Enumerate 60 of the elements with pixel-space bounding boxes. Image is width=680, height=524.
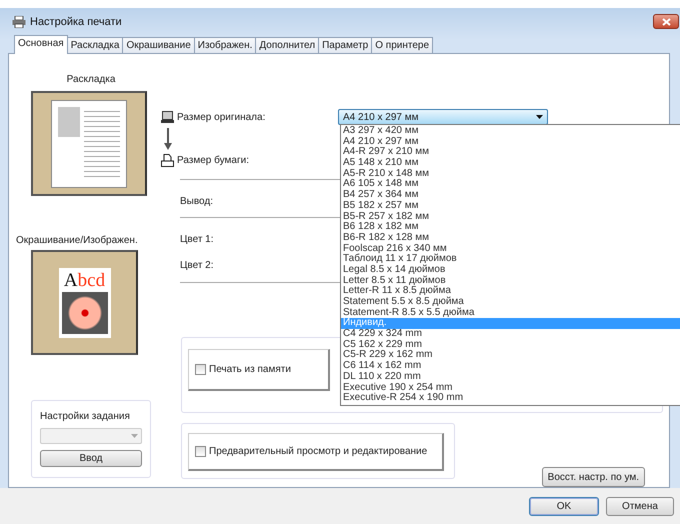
field-label: Вывод: — [180, 196, 214, 207]
dropdown-option[interactable]: C4 229 x 324 mm — [341, 329, 680, 340]
restore-defaults-button[interactable]: Восст. настр. по ум. — [542, 467, 645, 487]
checkbox[interactable] — [195, 446, 206, 457]
dropdown-option[interactable]: Таблоид 11 x 17 дюймов — [341, 254, 680, 265]
dropdown-option[interactable]: DL 110 x 220 mm — [341, 372, 680, 382]
down-arrow-icon — [164, 128, 172, 150]
field-label: Цвет 1: — [180, 234, 215, 245]
sample-text: Abcd — [64, 270, 106, 292]
dropdown-option[interactable]: Letter-R 11 x 8.5 дюйма — [341, 286, 680, 297]
dropdown-option[interactable]: Executive 190 x 254 mm — [341, 382, 680, 394]
printer-icon — [161, 154, 174, 166]
tab[interactable]: Дополнител — [255, 37, 320, 53]
dropdown-option[interactable]: A3 297 x 420 мм — [341, 126, 680, 137]
dropdown-option[interactable]: B6-R 182 x 128 мм — [341, 232, 680, 244]
dropdown-option[interactable]: Legal 8.5 x 14 дюймов — [341, 264, 680, 276]
dropdown-option[interactable]: C6 114 x 162 mm — [341, 361, 680, 372]
dropdown-option[interactable]: C5 162 x 229 mm — [341, 340, 680, 350]
dialog-button[interactable]: Отмена — [606, 496, 674, 516]
tab[interactable]: Изображен. — [194, 37, 256, 53]
enter-button[interactable]: Ввод — [40, 450, 142, 467]
checkbox-option[interactable]: Печать из памяти — [188, 349, 330, 391]
caret-icon — [131, 434, 138, 438]
tab[interactable]: Окрашивание — [122, 37, 195, 53]
field-label: Цвет 2: — [180, 260, 215, 271]
dropdown-option[interactable]: Statement-R 8.5 x 5.5 дюйма — [341, 308, 680, 318]
dropdown-option[interactable]: Executive-R 254 x 190 mm — [341, 393, 680, 404]
field-label: Размер оригинала: — [177, 112, 266, 122]
section-label: Раскладка — [66, 74, 116, 85]
dropdown-option[interactable]: B5 182 x 257 мм — [341, 200, 680, 212]
dropdown-option[interactable]: B4 257 x 364 мм — [341, 190, 680, 201]
original-size-dropdown[interactable]: A4 210 x 297 мм — [338, 109, 548, 125]
close-icon — [662, 18, 670, 26]
dropdown-option[interactable]: A4 210 x 297 мм — [341, 136, 680, 148]
dropdown-option[interactable]: A4-R 297 x 210 мм — [341, 147, 680, 158]
photo-placeholder — [62, 292, 108, 334]
computer-icon — [161, 111, 174, 123]
dropdown-option[interactable]: C5-R 229 x 162 mm — [341, 350, 680, 362]
dropdown-option[interactable]: B5-R 257 x 182 мм — [341, 212, 680, 222]
checkbox-option[interactable]: Предварительный просмотр и редактирование — [188, 433, 444, 471]
checkbox[interactable] — [195, 364, 206, 375]
dropdown-option[interactable]: Statement 5.5 x 8.5 дюйма — [341, 297, 680, 308]
caret-icon — [536, 115, 543, 119]
tab[interactable]: Параметр — [318, 37, 372, 53]
close-button[interactable] — [653, 14, 679, 29]
group-title: Настройки задания — [40, 411, 131, 422]
dialog-button[interactable]: OK — [529, 496, 599, 516]
dropdown-option[interactable]: Letter 8.5 x 11 дюймов — [341, 276, 680, 286]
tab[interactable]: Раскладка — [66, 37, 124, 53]
dropdown-option[interactable]: A5-R 210 x 148 мм — [341, 168, 680, 180]
printer-icon — [12, 16, 26, 28]
dropdown-option[interactable]: A5 148 x 210 мм — [341, 158, 680, 169]
dropdown-option[interactable]: A6 105 x 148 мм — [341, 179, 680, 190]
dropdown-option[interactable]: B6 128 x 182 мм — [341, 222, 680, 233]
window-title: Настройка печати — [30, 16, 123, 28]
dropdown-option[interactable]: Foolscap 216 x 340 мм — [341, 244, 680, 254]
field-label: Размер бумаги: — [177, 154, 250, 166]
tab[interactable]: О принтере — [371, 37, 434, 53]
tab[interactable]: Основная — [14, 35, 68, 54]
section-label: Окрашивание/Изображен. — [16, 235, 138, 246]
